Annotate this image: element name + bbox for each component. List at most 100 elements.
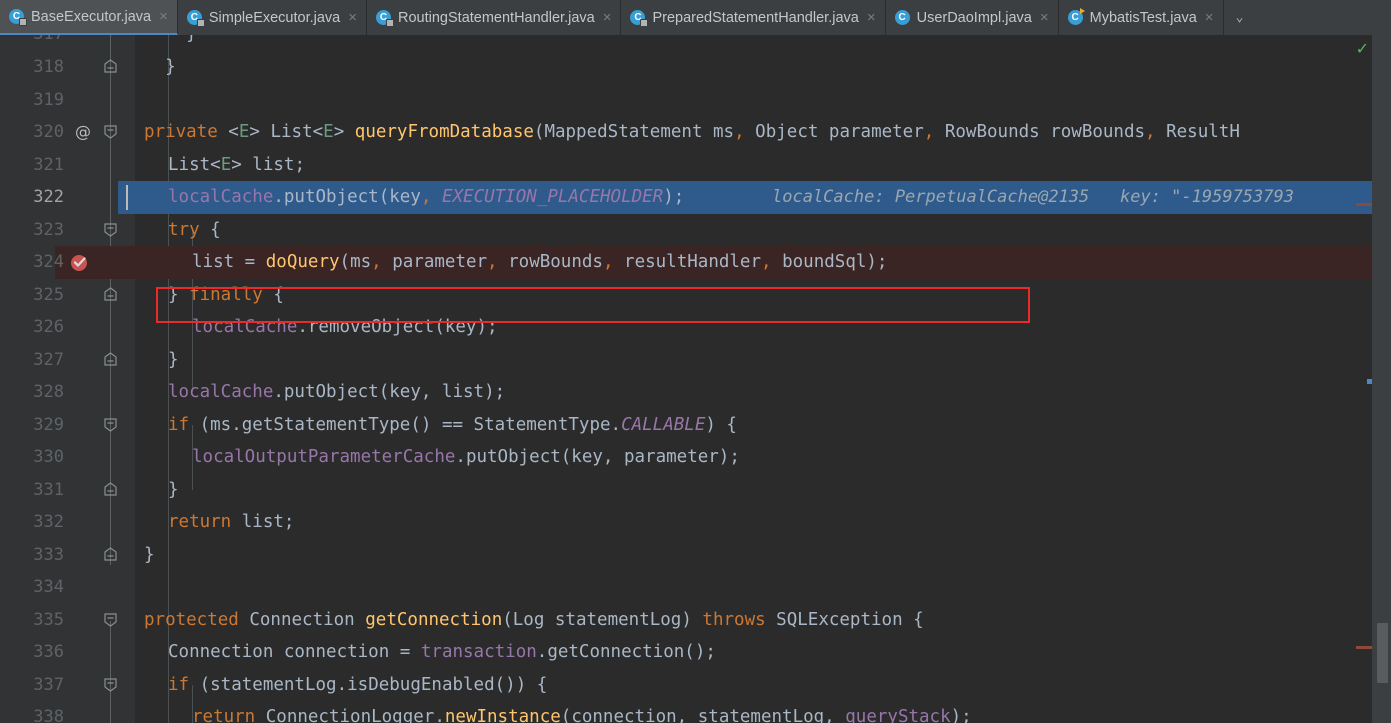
close-icon[interactable]: × [159, 8, 168, 25]
editor-tab-label: RoutingStatementHandler.java [398, 9, 595, 26]
line-number: 326 [33, 317, 64, 337]
editor-tab-label: SimpleExecutor.java [208, 9, 341, 26]
code-text: return ConnectionLogger.newInstance(conn… [192, 707, 972, 723]
editor-scrollbar[interactable] [1372, 35, 1391, 723]
editor-tab-label: UserDaoImpl.java [916, 9, 1032, 26]
code-line-337[interactable]: 337 if (statementLog.isDebugEnabled()) { [0, 669, 1372, 702]
inline-debug-hint[interactable]: localCache: PerpetualCache@2135 key: "-1… [772, 181, 1294, 214]
code-line-318[interactable]: 318 } [0, 51, 1372, 84]
editor-tab-routingstatementhandler[interactable]: C RoutingStatementHandler.java × [367, 0, 622, 35]
code-line-331[interactable]: 331 } [0, 474, 1372, 507]
code-text: try { [168, 219, 221, 240]
scroll-marker-caret[interactable] [1367, 379, 1372, 384]
java-class-runnable-icon: C [1067, 7, 1085, 26]
code-line-322[interactable]: 322 localCache.putObject(key, EXECUTION_… [0, 181, 1372, 214]
code-text: private <E> List<E> queryFromDatabase(Ma… [144, 122, 1240, 142]
code-text: } finally { [168, 284, 284, 305]
code-line-325[interactable]: 325 } finally { [0, 279, 1372, 312]
java-class-locked-icon: C [186, 9, 205, 27]
code-text: localOutputParameterCache.putObject(key,… [192, 447, 740, 467]
fold-end-marker[interactable] [103, 481, 118, 497]
code-line-329[interactable]: 329 if (ms.getStatementType() == Stateme… [0, 409, 1372, 442]
code-text: } [144, 57, 176, 77]
scroll-marker-breakpoint[interactable] [1356, 646, 1372, 649]
line-number: 320 [33, 122, 64, 142]
editor-tab-label: MybatisTest.java [1089, 9, 1197, 26]
annotation-marker-icon[interactable]: @ [72, 116, 94, 149]
line-number: 318 [33, 57, 64, 77]
code-editor[interactable]: 317 } 318 } 319 320 @ private <E> List<E… [0, 35, 1391, 723]
line-number: 337 [33, 674, 64, 695]
breakpoint-verified-icon[interactable] [70, 253, 89, 272]
code-text: localCache.putObject(key, list); [168, 382, 506, 402]
fold-start-marker[interactable] [103, 612, 118, 627]
editor-tab-label: PreparedStatementHandler.java [652, 9, 859, 26]
close-icon[interactable]: × [1205, 9, 1214, 26]
line-number: 335 [33, 609, 64, 630]
code-text: localCache.removeObject(key); [192, 317, 498, 337]
fold-start-marker[interactable] [103, 124, 118, 139]
code-line-338[interactable]: 338 return ConnectionLogger.newInstance(… [0, 701, 1372, 723]
code-line-336[interactable]: 336 Connection connection = transaction.… [0, 636, 1372, 669]
java-class-locked-icon: C [9, 8, 27, 26]
editor-tab-simpleexecutor[interactable]: C SimpleExecutor.java × [177, 0, 368, 35]
fold-end-marker[interactable] [103, 59, 118, 74]
text-caret [126, 185, 128, 210]
code-text: } [168, 479, 179, 500]
scroll-marker-execution[interactable] [1356, 203, 1372, 206]
code-line-323[interactable]: 323 try { [0, 214, 1372, 247]
line-number: 317 [0, 35, 64, 51]
scrollbar-thumb[interactable] [1377, 623, 1388, 683]
code-line-328[interactable]: 328 localCache.putObject(key, list); [0, 376, 1372, 409]
code-line-320[interactable]: 320 @ private <E> List<E> queryFromDatab… [0, 116, 1372, 149]
code-line-332[interactable]: 332 return list; [0, 506, 1372, 539]
green-check-icon[interactable]: ✓ [1356, 41, 1369, 57]
close-icon[interactable]: × [1040, 9, 1049, 26]
editor-tab-label: BaseExecutor.java [31, 8, 152, 25]
close-icon[interactable]: × [867, 9, 876, 26]
code-line-319[interactable]: 319 [0, 84, 1372, 117]
line-number: 334 [33, 577, 64, 597]
editor-tab-preparedstatementhandler[interactable]: C PreparedStatementHandler.java × [621, 0, 886, 35]
fold-start-marker[interactable] [103, 417, 118, 432]
java-class-icon: C [894, 9, 911, 26]
code-line-333[interactable]: 333 } [0, 539, 1372, 572]
code-text: Connection connection = transaction.getC… [168, 642, 716, 662]
line-number: 327 [33, 349, 64, 370]
code-line-321[interactable]: 321 List<E> list; [0, 149, 1372, 182]
code-text: } [168, 349, 179, 370]
code-line-335[interactable]: 335 protected Connection getConnection(L… [0, 604, 1372, 637]
code-text: if (statementLog.isDebugEnabled()) { [168, 674, 548, 695]
line-number: 336 [33, 642, 64, 662]
code-line-326[interactable]: 326 localCache.removeObject(key); [0, 311, 1372, 344]
line-number: 319 [33, 89, 64, 110]
editor-tab-bar: C BaseExecutor.java × C SimpleExecutor.j… [0, 0, 1391, 35]
close-icon[interactable]: × [603, 9, 612, 26]
code-text: if (ms.getStatementType() == StatementTy… [168, 414, 737, 435]
line-number: 333 [33, 544, 64, 565]
chevron-down-icon[interactable]: ⌄ [1223, 0, 1256, 35]
editor-tab-mybatistest[interactable]: C MybatisTest.java × [1058, 0, 1224, 35]
code-line-317[interactable]: 317 } [0, 35, 1372, 51]
fold-end-marker[interactable] [103, 546, 118, 562]
java-class-locked-icon: C [376, 9, 395, 27]
line-number: 322 [33, 187, 64, 207]
fold-end-marker[interactable] [103, 351, 118, 367]
code-line-327[interactable]: 327 } [0, 344, 1372, 377]
line-number: 331 [33, 479, 64, 500]
fold-end-marker[interactable] [103, 286, 118, 302]
line-number: 338 [33, 707, 64, 723]
fold-start-marker[interactable] [103, 677, 118, 692]
line-number: 321 [33, 154, 64, 175]
line-number: 328 [33, 382, 64, 402]
code-line-324[interactable]: 324 list = doQuery(ms, parameter, rowBou… [0, 246, 1372, 279]
code-line-334[interactable]: 334 [0, 571, 1372, 604]
fold-start-marker[interactable] [103, 222, 118, 237]
code-text: return list; [168, 512, 295, 532]
close-icon[interactable]: × [348, 9, 357, 26]
editor-tab-baseexecutor[interactable]: C BaseExecutor.java × [0, 0, 178, 35]
code-text: } [144, 35, 197, 51]
editor-tab-userdaoimpl[interactable]: C UserDaoImpl.java × [885, 0, 1059, 35]
line-number: 329 [33, 414, 64, 435]
code-line-330[interactable]: 330 localOutputParameterCache.putObject(… [0, 441, 1372, 474]
